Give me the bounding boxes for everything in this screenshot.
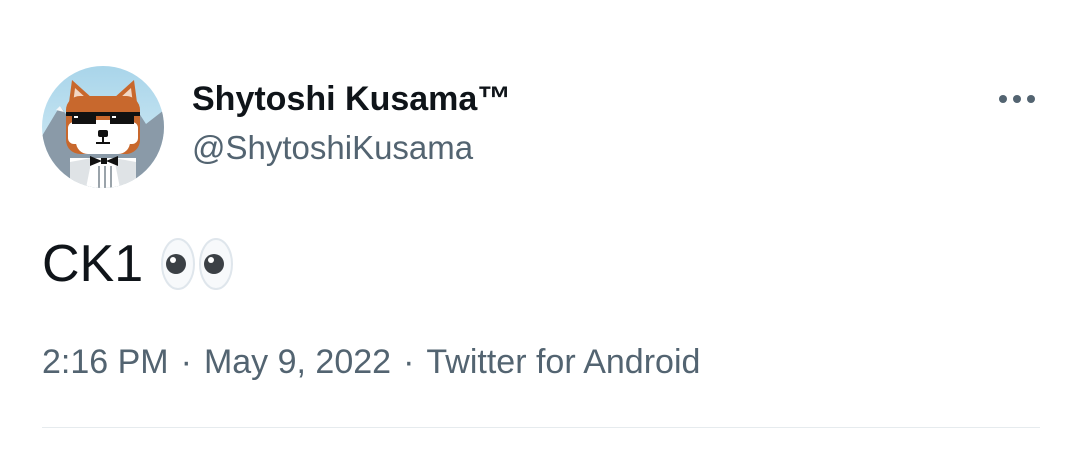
tweet-date[interactable]: May 9, 2022 [204, 343, 391, 381]
author-handle[interactable]: @ShytoshiKusama [192, 127, 511, 169]
shiba-inu-avatar-image [42, 66, 164, 188]
tweet-detail: Shytoshi Kusama™ @ShytoshiKusama CK1 2:1… [0, 0, 1080, 466]
tweet-source[interactable]: Twitter for Android [426, 343, 700, 381]
author-block: Shytoshi Kusama™ @ShytoshiKusama [192, 78, 511, 169]
divider [42, 427, 1040, 428]
author-display-name[interactable]: Shytoshi Kusama™ [192, 78, 511, 120]
tweet-text: CK1 [42, 235, 144, 293]
tweet-metadata: 2:16 PM · May 9, 2022 · Twitter for Android [42, 340, 700, 384]
separator-dot: · [403, 343, 415, 381]
avatar[interactable] [42, 66, 164, 188]
more-horizontal-icon [999, 95, 1035, 103]
tweet-body: CK1 [42, 232, 234, 296]
more-options-button[interactable] [994, 82, 1040, 116]
eyes-emoji-icon [161, 237, 234, 291]
tweet-time[interactable]: 2:16 PM [42, 343, 169, 381]
separator-dot: · [180, 343, 192, 381]
